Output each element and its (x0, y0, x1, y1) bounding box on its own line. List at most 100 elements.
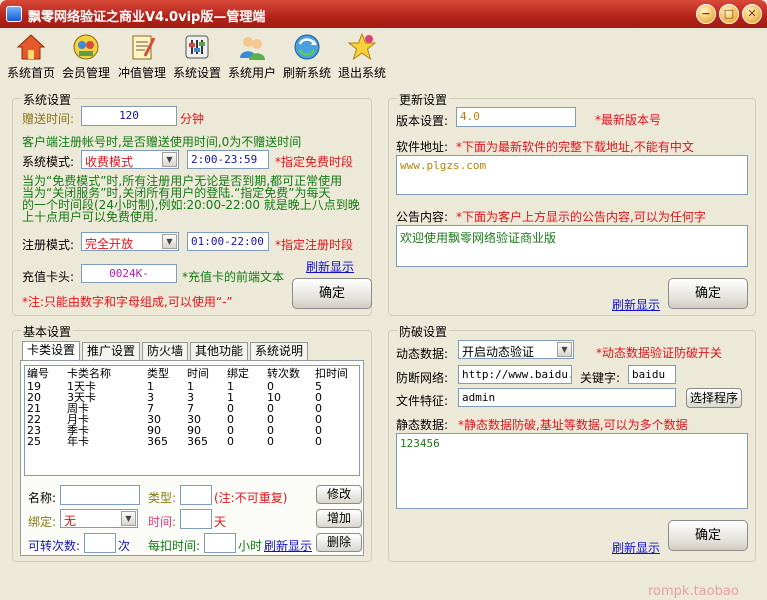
card-prefix-hint: *充值卡的前端文本 (182, 270, 285, 284)
version-hint: *最新版本号 (595, 113, 662, 127)
tab-card-types[interactable]: 卡类设置 (22, 341, 80, 361)
add-button[interactable]: 增加 (316, 509, 362, 528)
notice-textarea[interactable]: 欢迎使用飘零网络验证商业版 (396, 225, 748, 267)
table-cell: 0 (267, 435, 274, 448)
update-ok-button[interactable]: 确定 (668, 278, 748, 309)
table-row[interactable]: 25 年卡 365 365 0 0 0 (25, 436, 359, 448)
anti-disconnect-input[interactable]: http://www.baidu.com (458, 365, 572, 384)
close-button[interactable]: ✕ (742, 4, 762, 24)
file-signature-label: 文件特征: (396, 394, 449, 408)
chevron-down-icon[interactable]: ▼ (162, 234, 177, 249)
gift-time-label: 赠送时间: (22, 112, 75, 126)
notice-label: 公告内容: (396, 210, 449, 224)
toolbar-recharge-label: 冲值管理 (117, 66, 166, 80)
column-header[interactable]: 时间 (187, 368, 209, 380)
card-time-label: 时间: (148, 515, 177, 529)
column-header[interactable]: 转次数 (267, 368, 300, 380)
anti-crack-title: 防破设置 (397, 323, 450, 340)
free-period-input[interactable]: 2:00-23:59 (187, 150, 269, 169)
column-header[interactable]: 类型 (147, 368, 169, 380)
delete-button[interactable]: 删除 (316, 533, 362, 552)
toolbar-exit-button[interactable]: 退出系统 (336, 30, 388, 82)
anti-crack-ok-button[interactable]: 确定 (668, 520, 748, 551)
transfer-count-label: 可转次数: (28, 539, 81, 553)
toolbar-users-button[interactable]: 系统用户 (226, 30, 278, 82)
tab-other-functions[interactable]: 其他功能 (190, 342, 248, 360)
modify-button[interactable]: 修改 (316, 485, 362, 504)
card-prefix-note: *注:只能由数字和字母组成,可以使用“-” (22, 295, 233, 309)
toolbar-settings-label: 系统设置 (172, 66, 221, 80)
gift-time-input[interactable]: 120 (81, 106, 177, 126)
card-name-input[interactable] (60, 485, 140, 505)
version-input[interactable]: 4.0 (456, 107, 576, 127)
update-settings-title: 更新设置 (397, 91, 450, 108)
card-type-input[interactable] (180, 485, 212, 505)
transfer-count-input[interactable] (84, 533, 116, 553)
static-data-textarea[interactable]: 123456 (396, 433, 748, 509)
toolbar-refresh-button[interactable]: 刷新系统 (281, 30, 333, 82)
table-cell: 0 (315, 435, 322, 448)
dynamic-data-hint: *动态数据验证防破开关 (596, 346, 723, 360)
toolbar-settings-button[interactable]: 系统设置 (171, 30, 223, 82)
toolbar-recharge-button[interactable]: 冲值管理 (116, 30, 168, 82)
update-refresh-link[interactable]: 刷新显示 (612, 296, 660, 313)
chevron-down-icon[interactable]: ▼ (162, 152, 177, 167)
table-cell: 365 (187, 435, 208, 448)
card-types-list[interactable]: 编号 卡类名称 类型 时间 绑定 转次数 扣时间 19 1天卡 1 1 1 0 5 20 3天卡… (24, 365, 360, 476)
card-refresh-link[interactable]: 刷新显示 (264, 537, 312, 554)
settings-icon (185, 35, 209, 59)
app-logo-icon (6, 6, 22, 22)
bind-select[interactable]: 无 ▼ (60, 509, 138, 528)
anti-disconnect-label: 防断网络: (396, 371, 449, 385)
toolbar-members-button[interactable]: 会员管理 (60, 30, 112, 82)
chevron-down-icon[interactable]: ▼ (121, 511, 136, 526)
anti-crack-refresh-link[interactable]: 刷新显示 (612, 539, 660, 556)
toolbar-refresh-label: 刷新系统 (282, 66, 331, 80)
maximize-button[interactable]: □ (719, 4, 739, 24)
table-cell: 0 (227, 435, 234, 448)
watermark-text: rompk.taobao (648, 584, 739, 599)
tab-system-notes[interactable]: 系统说明 (250, 342, 308, 360)
card-name-label: 名称: (28, 491, 57, 505)
keyword-label: 关键字: (580, 371, 621, 385)
chevron-down-icon[interactable]: ▼ (557, 342, 572, 357)
tab-promotion[interactable]: 推广设置 (82, 342, 140, 360)
gift-time-unit: 分钟 (180, 112, 205, 126)
users-icon (240, 37, 265, 60)
system-mode-select[interactable]: 收费模式 ▼ (81, 150, 179, 169)
software-url-textarea[interactable]: www.plgzs.com (396, 155, 748, 195)
members-icon (73, 34, 99, 60)
software-url-hint: *下面为最新软件的完整下载地址,不能有中文 (456, 140, 694, 154)
transfer-count-unit: 次 (118, 539, 131, 553)
card-time-input[interactable] (180, 509, 212, 529)
file-signature-input[interactable]: admin (458, 388, 676, 407)
basic-settings-tabs: 卡类设置 推广设置 防火墙 其他功能 系统说明 (20, 341, 362, 362)
deduct-time-input[interactable] (204, 533, 236, 553)
toolbar-exit-label: 退出系统 (337, 66, 386, 80)
dynamic-data-select[interactable]: 开启动态验证 ▼ (458, 340, 574, 359)
toolbar-home-label: 系统首页 (6, 66, 55, 80)
minimize-button[interactable]: − (696, 4, 716, 24)
window-title: 飘零网络验证之商业V4.0vip版—管理端 (28, 10, 266, 25)
register-mode-select[interactable]: 完全开放 ▼ (81, 232, 179, 251)
column-header[interactable]: 扣时间 (315, 368, 348, 380)
version-label: 版本设置: (396, 114, 449, 128)
recharge-icon (132, 35, 156, 60)
register-period-hint: *指定注册时段 (275, 238, 354, 252)
keyword-input[interactable]: baidu (628, 365, 676, 384)
toolbar-members-label: 会员管理 (61, 66, 110, 80)
system-refresh-link[interactable]: 刷新显示 (306, 258, 354, 275)
gift-hint-text: 客户端注册帐号时,是否赠送使用时间,0为不赠送时间 (22, 135, 302, 149)
register-period-input[interactable]: 01:00-22:00 (187, 232, 269, 251)
toolbar-home-button[interactable]: 系统首页 (6, 30, 56, 82)
column-header[interactable]: 编号 (27, 368, 49, 380)
free-period-hint: *指定免费时段 (275, 155, 354, 169)
card-prefix-input[interactable]: 0024K- (81, 264, 177, 283)
choose-program-button[interactable]: 选择程序 (686, 388, 742, 408)
column-header[interactable]: 绑定 (227, 368, 249, 380)
system-ok-button[interactable]: 确定 (292, 278, 372, 309)
tab-firewall[interactable]: 防火墙 (142, 342, 188, 360)
table-cell: 365 (147, 435, 168, 448)
column-header[interactable]: 卡类名称 (67, 368, 111, 380)
basic-settings-title: 基本设置 (21, 323, 74, 340)
